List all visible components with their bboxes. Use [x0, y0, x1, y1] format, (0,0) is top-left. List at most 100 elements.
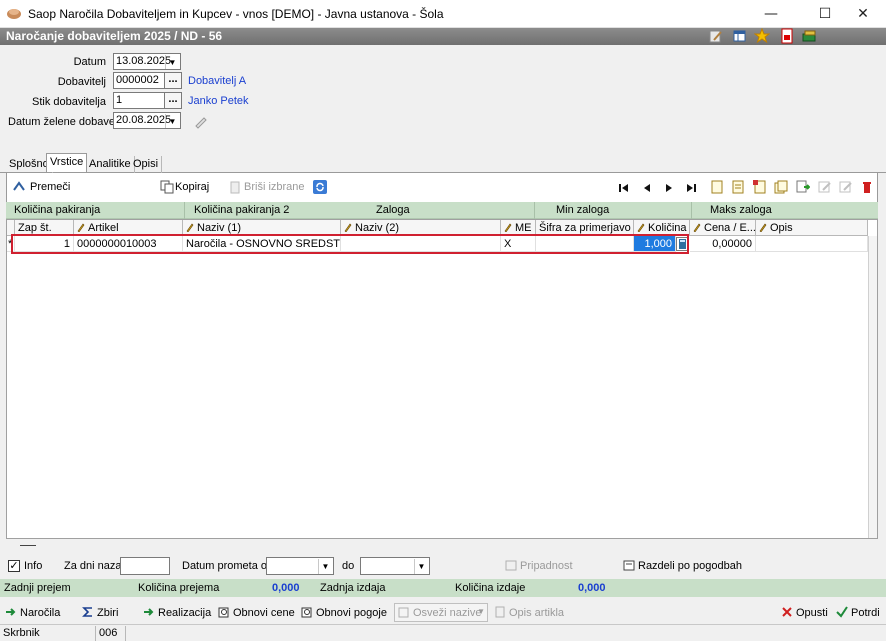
- minimize-button[interactable]: —: [748, 0, 794, 28]
- stik-field[interactable]: 1: [113, 92, 165, 109]
- narocila-label: Naročila: [20, 607, 61, 619]
- kolicina-izdaje-value: 0,000: [578, 582, 606, 594]
- multi-document-icon[interactable]: [774, 180, 788, 194]
- delete-row-icon[interactable]: [860, 180, 874, 194]
- chevron-down-icon[interactable]: ▼: [477, 607, 485, 616]
- tab-vrstice[interactable]: Vrstice: [46, 153, 88, 172]
- za-dni-nazaj-input[interactable]: [120, 557, 170, 575]
- obnovi-pogoje-label: Obnovi pogoje: [316, 607, 387, 619]
- refresh-terms-icon: [301, 607, 312, 618]
- pdf-export-icon[interactable]: [779, 28, 795, 44]
- lines-grid[interactable]: Zap št. Artikel Naziv (1) Naziv (2) ME Š…: [6, 219, 878, 539]
- stik-name-link[interactable]: Janko Petek: [188, 95, 249, 107]
- datum-prometa-do-field[interactable]: ▼: [360, 557, 430, 575]
- tab-analitike[interactable]: Analitike: [86, 156, 135, 173]
- grid-toolbar: [6, 173, 878, 202]
- help-books-icon[interactable]: [801, 28, 817, 44]
- splitter-handle[interactable]: [20, 545, 36, 546]
- group-kolicina-pakiranja-2: Količina pakiranja 2: [194, 204, 290, 216]
- copy-icon[interactable]: [160, 180, 174, 194]
- chevron-down-icon[interactable]: ▼: [165, 55, 179, 69]
- next-record-icon[interactable]: [662, 181, 676, 195]
- group-divider: [691, 202, 692, 219]
- razdeli-label: Razdeli po pogodbah: [638, 560, 742, 572]
- col-cena-label: Cena / E...: [704, 222, 756, 234]
- info-label: Info: [24, 560, 43, 572]
- chevron-down-icon[interactable]: ▼: [414, 559, 428, 574]
- realizacija-button[interactable]: Realizacija: [143, 606, 211, 622]
- edit-all-disabled-icon: [839, 180, 853, 194]
- cell-cena[interactable]: 0,00000: [690, 236, 756, 252]
- potrdi-label: Potrdi: [851, 607, 880, 619]
- previous-record-icon[interactable]: [640, 181, 654, 195]
- status-code: 006: [96, 626, 126, 641]
- document-list-icon[interactable]: [731, 180, 745, 194]
- osvezi-nazive-button[interactable]: Osveži nazive ▼: [394, 603, 488, 622]
- import-download-icon[interactable]: [796, 180, 811, 194]
- pencil-icon: [77, 223, 85, 232]
- narocila-button[interactable]: Naročila: [5, 606, 60, 622]
- sum-icon: [82, 607, 92, 617]
- last-record-icon[interactable]: [684, 181, 698, 195]
- cell-opis[interactable]: [756, 236, 868, 252]
- datum-prometa-od-field[interactable]: ▼: [266, 557, 334, 575]
- pencil-note-icon[interactable]: [193, 113, 209, 129]
- favorite-star-icon[interactable]: [753, 27, 771, 44]
- close-button[interactable]: ✕: [840, 0, 886, 28]
- pencil-icon: [759, 223, 767, 232]
- tab-opisi[interactable]: Opisi: [130, 156, 163, 173]
- vertical-scrollbar[interactable]: [868, 236, 877, 538]
- datum-dobave-field[interactable]: 20.08.2025 ▼: [113, 112, 181, 129]
- razdeli-po-pogodbah-button[interactable]: Razdeli po pogodbah: [623, 559, 742, 572]
- col-opis-label: Opis: [770, 222, 793, 234]
- brisi-izbrane-button[interactable]: Briši izbrane: [244, 181, 305, 193]
- pripadnost-icon: [505, 560, 517, 571]
- realizacija-label: Realizacija: [158, 607, 212, 619]
- article-description-icon: [495, 606, 505, 618]
- potrdi-button[interactable]: Potrdi: [836, 606, 880, 622]
- pencil-icon: [504, 223, 512, 232]
- do-label: do: [342, 560, 355, 572]
- refresh-icon[interactable]: [313, 180, 327, 194]
- info-checkbox[interactable]: ✓: [8, 560, 20, 572]
- move-icon[interactable]: [12, 180, 26, 194]
- cancel-x-icon: [782, 607, 792, 617]
- kopiraj-button[interactable]: Kopiraj: [175, 181, 209, 193]
- first-record-icon[interactable]: [617, 181, 631, 195]
- datum-field[interactable]: 13.08.2025 ▼: [113, 53, 181, 70]
- col-opis[interactable]: Opis: [756, 220, 868, 236]
- opis-artikla-label: Opis artikla: [509, 607, 565, 619]
- kolicina-prejema-label: Količina prejema: [138, 582, 220, 594]
- status-user: Skrbnik: [0, 626, 96, 641]
- group-divider: [184, 202, 185, 219]
- group-zaloga: Zaloga: [376, 204, 410, 216]
- confirm-check-icon: [836, 606, 848, 618]
- dobavitelj-lookup-button[interactable]: ...: [164, 72, 182, 89]
- stik-label: Stik dobavitelja: [32, 96, 106, 108]
- obnovi-cene-button[interactable]: Obnovi cene: [218, 606, 295, 622]
- opusti-button[interactable]: Opusti: [781, 606, 828, 622]
- pripadnost-button[interactable]: Pripadnost: [505, 559, 573, 572]
- insert-document-icon[interactable]: [753, 180, 767, 194]
- stock-summary-band: Zadnji prejem Količina prejema 0,000 Zad…: [0, 579, 886, 597]
- chevron-down-icon[interactable]: ▼: [165, 114, 179, 128]
- new-document-icon[interactable]: [710, 180, 724, 194]
- form-header-band: Naročanje dobaviteljem 2025 / ND - 56: [0, 27, 886, 45]
- form-title: Naročanje dobaviteljem 2025 / ND - 56: [6, 29, 223, 43]
- stik-lookup-button[interactable]: ...: [164, 92, 182, 109]
- zbiri-button[interactable]: Zbiri: [82, 606, 118, 622]
- grid-settings-icon[interactable]: [732, 28, 748, 44]
- edit-note-icon[interactable]: [708, 28, 724, 44]
- chevron-down-icon[interactable]: ▼: [318, 559, 332, 574]
- za-dni-nazaj-label: Za dni nazaj: [64, 560, 124, 572]
- obnovi-pogoje-button[interactable]: Obnovi pogoje: [301, 606, 387, 622]
- opis-artikla-button[interactable]: Opis artikla: [494, 606, 564, 622]
- datum-dobave-label: Datum želene dobave: [8, 116, 116, 128]
- window-titlebar: Saop Naročila Dobaviteljem in Kupcev - v…: [0, 0, 886, 28]
- premeci-button[interactable]: Premeči: [30, 181, 70, 193]
- osvezi-nazive-label: Osveži nazive: [413, 607, 482, 619]
- zbiri-label: Zbiri: [97, 607, 119, 619]
- dobavitelj-name-link[interactable]: Dobavitelj A: [188, 75, 246, 87]
- dobavitelj-field[interactable]: 0000002: [113, 72, 165, 89]
- col-cena[interactable]: Cena / E...: [690, 220, 756, 236]
